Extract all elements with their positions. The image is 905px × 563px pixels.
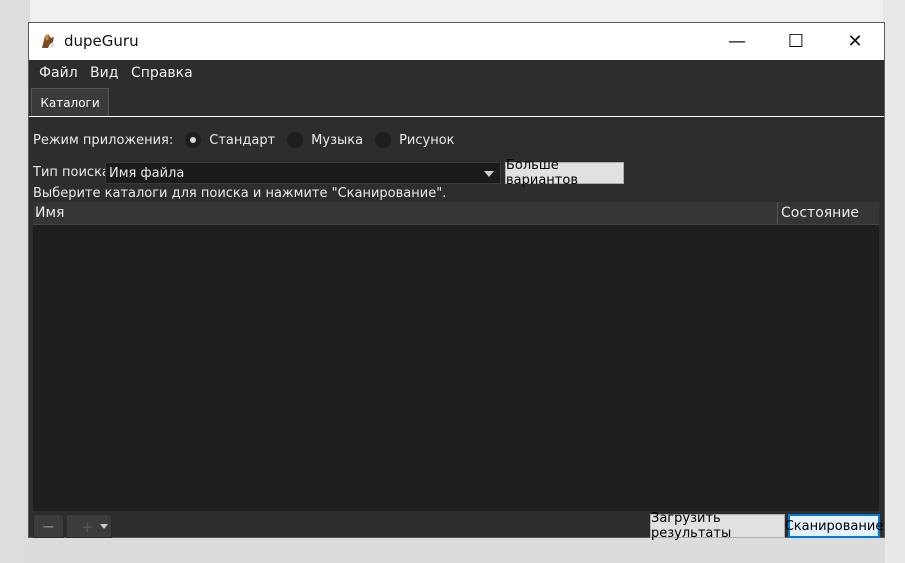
background-window-left <box>0 0 30 563</box>
tab-directories[interactable]: Каталоги <box>31 88 109 116</box>
menu-bar: Файл Вид Справка <box>29 60 884 86</box>
background-window-bottom <box>30 538 885 563</box>
scan-type-value: Имя файла <box>109 166 185 181</box>
menu-view[interactable]: Вид <box>90 65 118 81</box>
background-window-right <box>883 0 905 563</box>
background-window-top <box>30 0 885 22</box>
chevron-down-icon <box>484 171 494 177</box>
mode-music-radio[interactable] <box>287 132 304 148</box>
plus-icon: + <box>81 518 94 536</box>
dupeguru-window: dupeGuru — ☐ ✕ Файл Вид Справка Каталоги… <box>28 22 885 541</box>
column-separator[interactable] <box>777 202 778 224</box>
close-icon: ✕ <box>847 31 863 52</box>
mode-standard-label[interactable]: Стандарт <box>209 133 275 148</box>
menu-help[interactable]: Справка <box>131 65 193 81</box>
more-options-button[interactable]: Больше вариантов <box>505 158 624 188</box>
maximize-button[interactable]: ☐ <box>767 23 825 60</box>
scan-type-label: Тип поиска: <box>33 165 115 180</box>
mode-picture-radio[interactable] <box>375 132 392 148</box>
column-header-state[interactable]: Состояние <box>781 205 859 221</box>
title-bar[interactable]: dupeGuru — ☐ ✕ <box>29 23 884 60</box>
app-mode-group: Режим приложения: Стандарт Музыка Рисуно… <box>33 130 455 150</box>
instruction-text: Выберите каталоги для поиска и нажмите "… <box>33 186 447 201</box>
mode-picture-label[interactable]: Рисунок <box>399 133 454 148</box>
dupeguru-app-icon <box>42 34 54 48</box>
app-mode-label: Режим приложения: <box>33 132 174 148</box>
scan-button[interactable]: Сканирование <box>785 514 883 538</box>
bottom-toolbar: − + Загрузить результаты Сканирование <box>29 511 884 541</box>
remove-folder-button[interactable]: − <box>33 514 64 538</box>
close-button[interactable]: ✕ <box>826 23 884 60</box>
minus-icon: − <box>41 516 56 536</box>
menu-file[interactable]: Файл <box>39 65 78 81</box>
add-folder-button[interactable]: + <box>66 514 112 538</box>
load-results-button[interactable]: Загрузить результаты <box>650 511 785 541</box>
minimize-icon: — <box>728 31 746 52</box>
maximize-icon: ☐ <box>787 31 805 52</box>
mode-music-label[interactable]: Музыка <box>311 133 363 148</box>
column-header-name[interactable]: Имя <box>35 205 64 221</box>
table-header: Имя Состояние <box>33 202 879 225</box>
scan-type-select[interactable]: Имя файла <box>105 162 501 184</box>
dropdown-arrow-icon <box>100 524 108 529</box>
directories-table[interactable]: Имя Состояние <box>33 202 879 511</box>
minimize-button[interactable]: — <box>708 23 766 60</box>
directories-panel: Режим приложения: Стандарт Музыка Рисуно… <box>29 117 884 541</box>
mode-standard-radio[interactable] <box>185 132 202 148</box>
tab-bar: Каталоги <box>29 86 884 117</box>
window-title: dupeGuru <box>64 32 139 50</box>
